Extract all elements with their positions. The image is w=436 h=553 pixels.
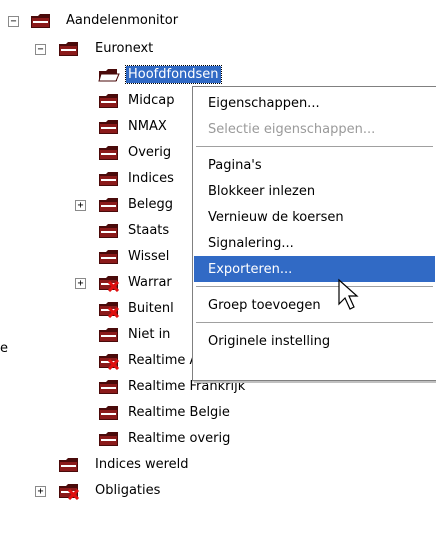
- tree-node-label[interactable]: Midcap: [126, 92, 176, 109]
- tree-node[interactable]: Realtime Belgie: [0, 402, 436, 424]
- folder-x-icon: [98, 352, 120, 371]
- menu-separator: [196, 286, 433, 287]
- tree-node-label[interactable]: Warrar: [126, 274, 174, 291]
- expand-icon[interactable]: +: [75, 278, 86, 289]
- folder-icon: [98, 248, 120, 266]
- tree-node-label[interactable]: NMAX: [126, 118, 169, 135]
- folder-icon: [30, 12, 52, 30]
- clipped-text: e: [0, 341, 8, 356]
- folder-icon: [98, 378, 120, 396]
- folder-icon: [58, 456, 80, 474]
- tree-node[interactable]: Hoofdfondsen: [0, 64, 436, 86]
- tree-node-label[interactable]: Aandelenmonitor: [64, 12, 180, 29]
- tree-node-label[interactable]: Hoofdfondsen: [125, 65, 222, 84]
- expand-icon[interactable]: +: [35, 486, 46, 497]
- tree-node[interactable]: Indices wereld: [0, 454, 436, 476]
- tree-node-label[interactable]: Realtime overig: [126, 430, 232, 447]
- mouse-cursor-icon: [338, 278, 359, 310]
- folder-icon: [98, 326, 120, 344]
- tree-node-label[interactable]: Obligaties: [93, 482, 162, 499]
- expand-icon[interactable]: +: [75, 200, 86, 211]
- tree-node[interactable]: − Aandelenmonitor: [0, 10, 436, 32]
- menu-item-blokkeer-inlezen[interactable]: Blokkeer inlezen: [194, 178, 435, 204]
- folder-x-icon: [58, 482, 80, 501]
- folder-icon: [98, 222, 120, 240]
- folder-icon: [98, 92, 120, 110]
- collapse-icon[interactable]: −: [35, 44, 46, 55]
- menu-item-eigenschappen[interactable]: Eigenschappen...: [194, 90, 435, 116]
- tree-node-label[interactable]: Staats: [126, 222, 171, 239]
- folder-x-icon: [98, 300, 120, 319]
- menu-item-signalering[interactable]: Signalering...: [194, 230, 435, 256]
- tree-node-label[interactable]: Indices wereld: [93, 456, 191, 473]
- folder-icon: [98, 118, 120, 136]
- folder-icon: [58, 40, 80, 58]
- tree-node-label[interactable]: Indices: [126, 170, 176, 187]
- tree-node[interactable]: + Obligaties: [0, 480, 436, 502]
- tree-node[interactable]: − Euronext: [0, 38, 436, 60]
- menu-separator: [196, 322, 433, 323]
- menu-item-exporteren[interactable]: Exporteren...: [194, 256, 435, 282]
- tree-node-label[interactable]: Realtime Belgie: [126, 404, 232, 421]
- menu-item-selectie-eigenschappen: Selectie eigenschappen...: [208, 121, 376, 137]
- menu-item-originele-instelling[interactable]: Originele instelling: [194, 328, 435, 354]
- open-folder-icon: [98, 66, 120, 84]
- menu-item-groep-toevoegen[interactable]: Groep toevoegen: [194, 292, 435, 318]
- menu-separator: [196, 146, 433, 147]
- context-menu: Eigenschappen... Selectie eigenschappen..…: [192, 86, 436, 381]
- folder-icon: [98, 196, 120, 214]
- tree-node-label[interactable]: Euronext: [93, 40, 155, 57]
- folder-icon: [98, 404, 120, 422]
- tree-node[interactable]: Realtime overig: [0, 428, 436, 450]
- folder-icon: [98, 170, 120, 188]
- folder-x-icon: [98, 274, 120, 293]
- tree-node-label[interactable]: Overig: [126, 144, 173, 161]
- tree-node-label[interactable]: Buitenl: [126, 300, 176, 317]
- folder-icon: [98, 144, 120, 162]
- folder-icon: [98, 430, 120, 448]
- tree-node-label[interactable]: Wissel: [126, 248, 171, 265]
- menu-item-vernieuw-de-koersen[interactable]: Vernieuw de koersen: [194, 204, 435, 230]
- collapse-icon[interactable]: −: [8, 16, 19, 27]
- tree-node-label[interactable]: Niet in: [126, 326, 172, 343]
- menu-item-pagina-s[interactable]: Pagina's: [194, 152, 435, 178]
- tree-node-label[interactable]: Belegg: [126, 196, 175, 213]
